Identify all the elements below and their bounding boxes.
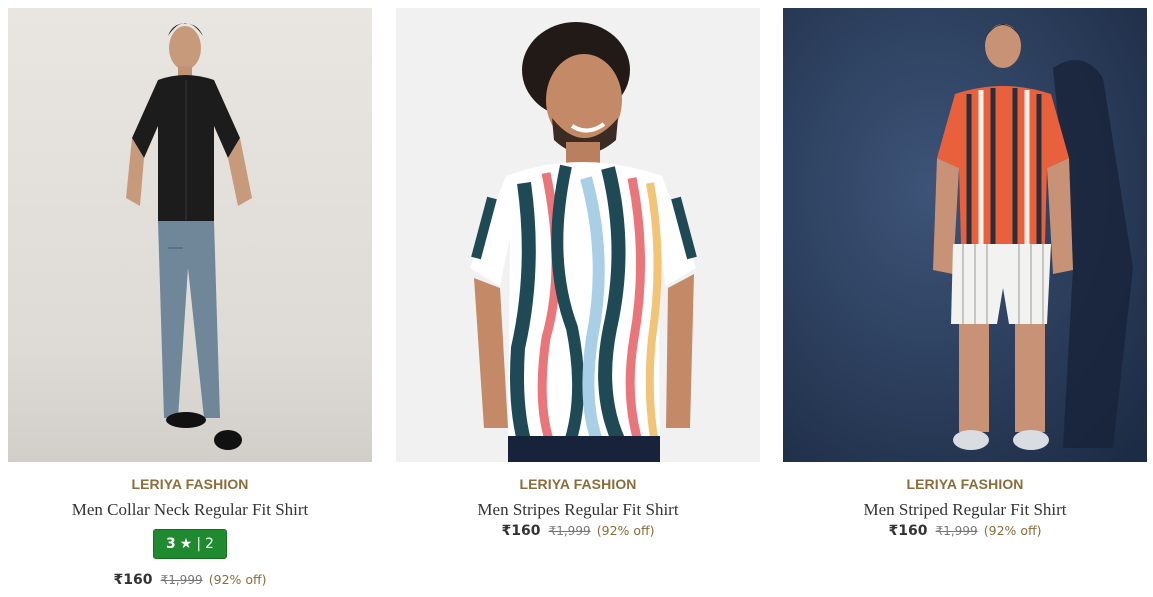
rating-score: 3 (166, 536, 176, 552)
selling-price: ₹160 (888, 523, 928, 539)
rating-wrapper: 3 ★ | 2 (8, 529, 372, 559)
rating-badge[interactable]: 3 ★ | 2 (153, 529, 227, 559)
product-title[interactable]: Men Collar Neck Regular Fit Shirt (8, 500, 372, 520)
original-price: ₹1,999 (548, 524, 591, 538)
price-row: ₹160 ₹1,999 (92% off) (8, 572, 372, 588)
rating-separator: | (196, 536, 202, 552)
rating-count: 2 (205, 536, 214, 552)
product-title[interactable]: Men Stripes Regular Fit Shirt (396, 500, 760, 520)
selling-price: ₹160 (113, 572, 153, 588)
discount-label: (92% off) (208, 572, 267, 587)
product-card[interactable]: LERIYA FASHION Men Collar Neck Regular F… (8, 8, 372, 593)
discount-label: (92% off) (596, 523, 655, 538)
product-card[interactable]: LERIYA FASHION Men Striped Regular Fit S… (783, 8, 1147, 593)
original-price: ₹1,999 (935, 524, 978, 538)
star-icon: ★ (179, 536, 193, 552)
product-image[interactable] (783, 8, 1147, 462)
price-row: ₹160 ₹1,999 (92% off) (783, 523, 1147, 539)
brand-name: LERIYA FASHION (906, 476, 1024, 492)
brand-name: LERIYA FASHION (519, 476, 637, 492)
product-card[interactable]: LERIYA FASHION Men Stripes Regular Fit S… (396, 8, 760, 593)
brand-name: LERIYA FASHION (131, 476, 249, 492)
product-image[interactable] (8, 8, 372, 462)
product-grid: LERIYA FASHION Men Collar Neck Regular F… (0, 0, 1153, 597)
price-row: ₹160 ₹1,999 (92% off) (396, 523, 760, 539)
selling-price: ₹160 (501, 523, 541, 539)
discount-label: (92% off) (983, 523, 1042, 538)
original-price: ₹1,999 (160, 573, 203, 587)
product-title[interactable]: Men Striped Regular Fit Shirt (783, 500, 1147, 520)
product-image[interactable] (396, 8, 760, 462)
